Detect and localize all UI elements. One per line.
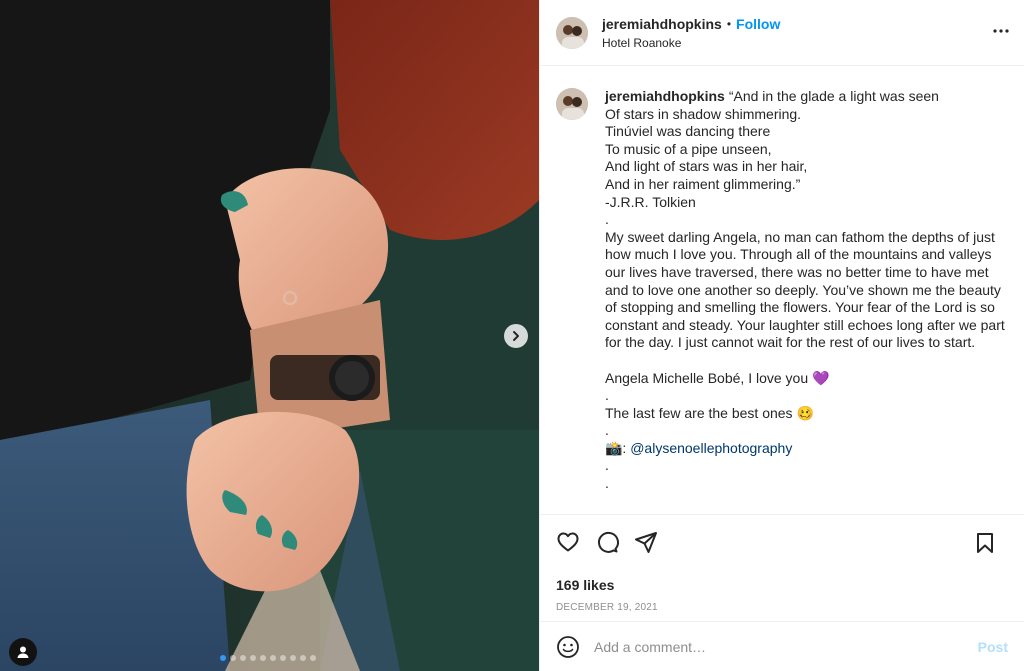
caption-line: . (605, 457, 609, 474)
photographer-mention-link[interactable]: @alysenoellephotography (630, 440, 792, 456)
post-caption: jeremiahdhopkins “And in the glade a ligh… (605, 88, 1008, 493)
carousel-dot (300, 655, 306, 661)
caption-line: The last few are the best ones 🥴 (605, 404, 814, 421)
carousel-dot (290, 655, 296, 661)
smiley-icon (557, 635, 579, 658)
save-button[interactable] (973, 531, 997, 555)
post-comment-button[interactable]: Post (978, 639, 1008, 655)
comment-button[interactable] (595, 530, 619, 554)
caption-line: And light of stars was in her hair, (605, 158, 808, 175)
avatar-image (556, 88, 588, 120)
next-slide-button[interactable] (504, 324, 528, 348)
more-horizontal-icon (993, 29, 1009, 33)
instagram-post: jeremiahdhopkins • Follow Hotel Roanoke (0, 0, 1024, 671)
caption-line: My sweet darling Angela, no man can fath… (605, 228, 1005, 351)
person-icon (17, 646, 29, 658)
comment-input[interactable] (594, 638, 978, 655)
comment-bubble-icon (597, 531, 619, 553)
caption-line: Tinúviel was dancing there (605, 123, 771, 140)
comments-section[interactable]: jeremiahdhopkins “And in the glade a ligh… (540, 66, 1024, 514)
post-details-panel: jeremiahdhopkins • Follow Hotel Roanoke (539, 0, 1024, 671)
more-options-button[interactable] (992, 22, 1010, 45)
carousel-dot (220, 655, 226, 661)
chevron-right-icon (513, 331, 519, 341)
carousel-indicator (220, 655, 316, 661)
caption-line: Angela Michelle Bobé, I love you 💜 (605, 369, 830, 386)
carousel-dot (250, 655, 256, 661)
caption-line: Of stars in shadow shimmering. (605, 105, 802, 122)
separator-dot: • (726, 16, 732, 31)
caption-line (605, 352, 1008, 370)
header-text: jeremiahdhopkins • Follow Hotel Roanoke (602, 16, 780, 50)
avatar-image (556, 16, 588, 49)
bookmark-icon (977, 533, 993, 553)
caption-username[interactable]: jeremiahdhopkins (605, 88, 725, 104)
post-date[interactable]: DECEMBER 19, 2021 (556, 602, 1008, 613)
author-username[interactable]: jeremiahdhopkins (602, 16, 722, 32)
caption-line: . (605, 475, 609, 492)
avatar[interactable] (556, 16, 588, 49)
action-icons (556, 527, 1008, 557)
carousel-dot (280, 655, 286, 661)
add-comment-bar: Post (540, 621, 1024, 671)
carousel-dot (230, 655, 236, 661)
caption-line: -J.R.R. Tolkien (605, 193, 696, 210)
follow-button[interactable]: Follow (736, 16, 780, 32)
post-photo (0, 0, 539, 671)
caption-line: . (605, 422, 609, 439)
post-media[interactable] (0, 0, 539, 671)
location-link[interactable]: Hotel Roanoke (602, 36, 780, 50)
caption-line: “And in the glade a light was seen (728, 88, 939, 104)
carousel-dot (240, 655, 246, 661)
caption-line: 📸: @alysenoellephotography (605, 440, 1008, 458)
likes-count[interactable]: 169 likes (556, 577, 1008, 593)
carousel-dot (310, 655, 316, 661)
post-actions: 169 likes DECEMBER 19, 2021 (540, 514, 1024, 621)
caption-line: . (605, 387, 609, 404)
caption-line: To music of a pipe unseen, (605, 140, 772, 157)
post-header: jeremiahdhopkins • Follow Hotel Roanoke (540, 0, 1024, 66)
emoji-picker-button[interactable] (556, 635, 580, 659)
caption-row: jeremiahdhopkins “And in the glade a ligh… (556, 88, 1008, 493)
heart-outline-icon (557, 532, 579, 552)
carousel-dot (260, 655, 266, 661)
paper-plane-icon (635, 532, 657, 553)
caption-avatar[interactable] (556, 88, 588, 120)
like-button[interactable] (556, 530, 580, 554)
caption-line: . (605, 211, 609, 228)
tagged-users-button[interactable] (9, 638, 37, 666)
caption-line: And in her raiment glimmering.” (605, 175, 801, 192)
camera-emoji: 📸: (605, 439, 627, 456)
share-button[interactable] (634, 530, 658, 554)
carousel-dot (270, 655, 276, 661)
